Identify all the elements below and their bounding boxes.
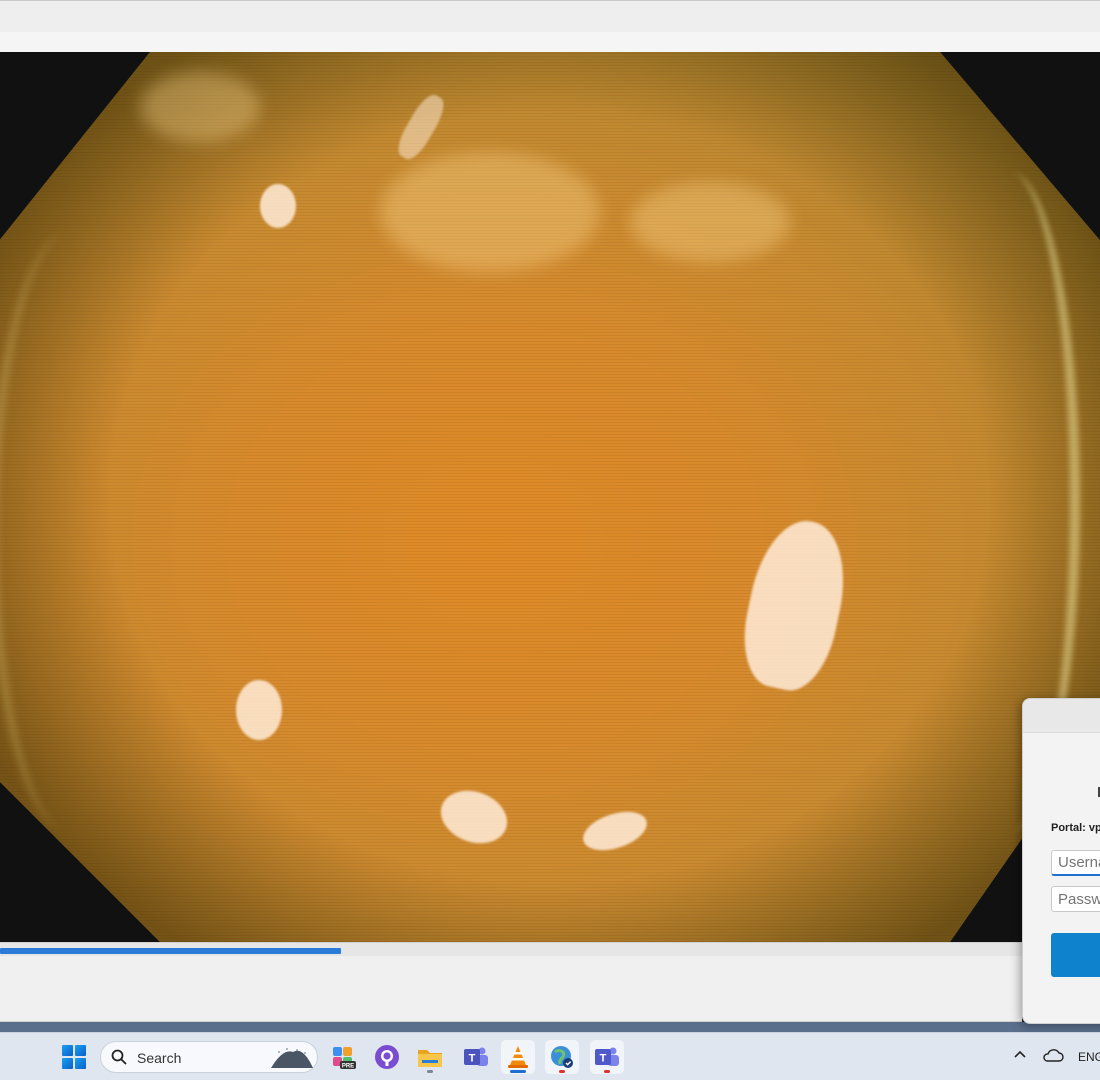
alert-indicator (604, 1070, 610, 1073)
search-label: Search (137, 1050, 182, 1066)
teams-icon: T (464, 1047, 488, 1066)
glare-haze (380, 152, 600, 272)
copilot-app[interactable]: PRE (326, 1040, 360, 1074)
seek-bar-progress (0, 948, 342, 954)
active-indicator (510, 1070, 526, 1073)
teams-letter: T (600, 1053, 607, 1065)
teams-red-icon: T (595, 1047, 619, 1066)
file-explorer-app[interactable] (413, 1040, 447, 1074)
chevron-up-icon[interactable] (1012, 1047, 1028, 1063)
start-button[interactable] (62, 1045, 86, 1069)
glare-haze (630, 182, 790, 262)
taskbar: Search PRE T T ENG (0, 1032, 1100, 1080)
dialog-title-bar[interactable] (1023, 699, 1100, 733)
alert-indicator (559, 1070, 565, 1073)
window-menu-strip (0, 32, 1100, 52)
onedrive-cloud-icon[interactable] (1042, 1047, 1064, 1063)
search-icon (111, 1049, 127, 1065)
endoscopy-video-frame (0, 52, 1100, 942)
search-highlight-art-icon (271, 1048, 313, 1068)
github-icon (375, 1045, 399, 1069)
teams-letter: T (469, 1053, 476, 1065)
vpn-client-app[interactable] (545, 1040, 579, 1074)
glare-haze (140, 72, 260, 142)
teams-app[interactable]: T (459, 1040, 493, 1074)
connect-button[interactable] (1051, 933, 1100, 977)
copilot-badge-label: PRE (342, 1064, 354, 1070)
globe-vpn-icon (551, 1046, 573, 1068)
folder-icon (418, 1050, 442, 1067)
player-controls-area (0, 956, 1022, 1022)
portal-label: Portal: vp (1051, 822, 1100, 834)
running-indicator (427, 1070, 433, 1073)
vlc-cone-icon (508, 1046, 528, 1068)
vpn-login-dialog: Portal: vp (1022, 698, 1100, 1024)
vlc-app[interactable] (501, 1040, 535, 1074)
window-title-bar (0, 0, 1100, 32)
windows-logo-icon (62, 1045, 73, 1056)
language-indicator[interactable]: ENG (1078, 1050, 1100, 1064)
github-app[interactable] (370, 1040, 404, 1074)
teams-classic-app[interactable]: T (590, 1040, 624, 1074)
seek-bar[interactable] (0, 942, 1022, 956)
desktop-background (0, 1022, 1100, 1032)
video-viewport[interactable] (0, 52, 1100, 942)
username-input[interactable] (1051, 850, 1100, 876)
light-reflection (260, 184, 296, 228)
taskbar-search[interactable]: Search (100, 1041, 318, 1073)
password-input[interactable] (1051, 886, 1100, 912)
copilot-icon: PRE (333, 1047, 356, 1070)
light-reflection (236, 680, 282, 740)
